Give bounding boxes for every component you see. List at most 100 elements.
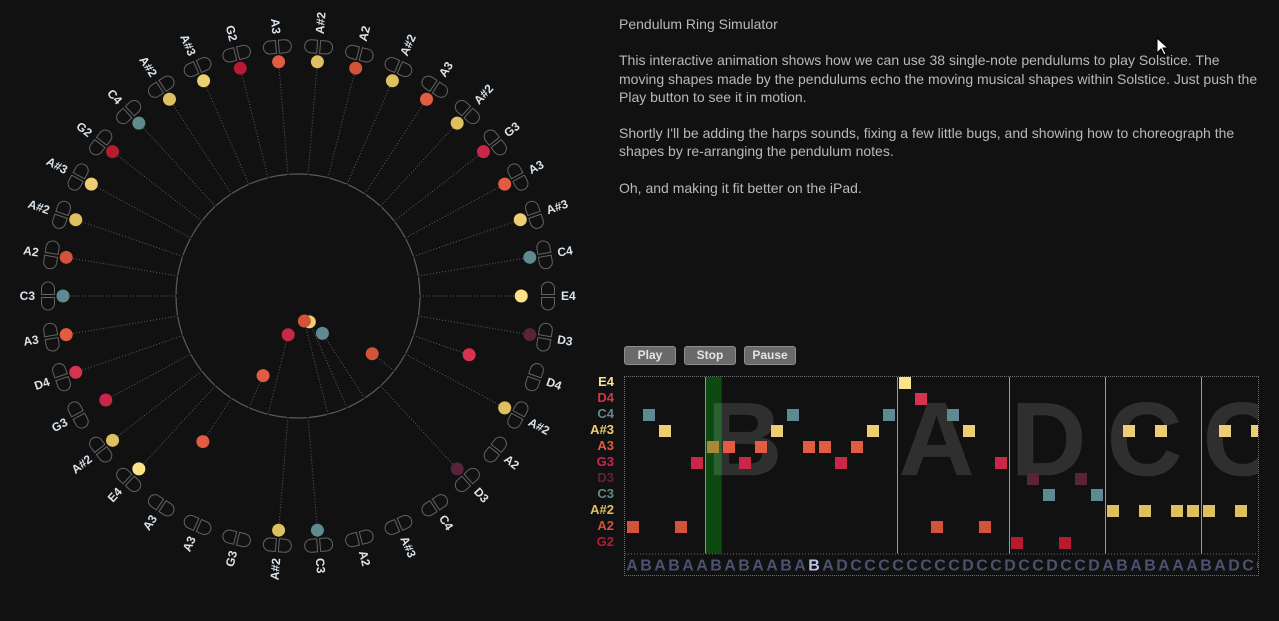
pendulum-label: A3 [180,534,199,554]
pendulum-label: A3 [436,59,456,80]
pendulum-string [364,98,427,195]
pendulum-holder-icon [222,529,251,548]
pendulum-label: G2 [223,24,241,43]
pendulum-holder-icon [536,322,553,352]
pendulum-string [307,61,318,175]
score-note [1075,473,1087,485]
pendulum-holder-icon [304,39,334,55]
pendulum-holder-icon [52,200,71,229]
score-row-label: A#3 [590,422,614,437]
score-note [723,441,735,453]
pendulum-bob [420,92,434,106]
score-note [867,425,879,437]
pendulum-label: A#3 [44,154,70,177]
pendulum-label: A#2 [26,197,52,217]
pendulum-string [112,370,203,441]
score-note [659,425,671,437]
pendulum-holder-icon [41,281,55,311]
pendulum-bob [69,213,83,227]
pendulum-string [202,397,232,442]
score-row-label: C4 [597,406,614,421]
score-note [1203,505,1215,517]
sequence-letter: A [766,558,778,575]
pendulum-label: E4 [561,289,576,303]
sequence-letter: B [1144,558,1156,575]
pendulum-string [66,315,178,336]
pendulum-string [138,122,216,207]
score-note [835,457,847,469]
pendulum-holder-icon [345,529,374,548]
score-note [691,457,703,469]
score-note [1091,489,1103,501]
score-note [1059,537,1071,549]
sequence-letter: D [962,558,974,575]
pendulum-bob [106,145,120,159]
pendulum-holder-icon [304,537,334,553]
score-note [803,441,815,453]
pendulum-holder-icon [67,401,89,429]
bobs-layer [56,55,537,537]
score-row-label: A#2 [590,502,614,517]
pendulum-label: D3 [471,485,492,506]
pendulum-bob [256,369,270,383]
pendulum-bob [450,116,464,130]
pendulum-bob [385,74,399,88]
pendulum-bob [498,401,512,415]
pendulum-string [405,183,505,239]
sequence-letter: D [836,558,848,575]
sequence-letter: A [1130,558,1142,575]
sequence-letter: A [626,558,638,575]
pendulum-label: A#2 [526,415,552,438]
sequence-letter: C [1242,558,1254,575]
pendulum-bob [132,116,146,130]
sequence-letter: B [1116,558,1128,575]
pendulum-bob [514,289,528,303]
score-note [1155,425,1167,437]
score-timeline[interactable]: ABADCC ABABAABABAABABADCCCCCCCCDCCDCCDCC… [624,376,1259,576]
pendulum-label: A#3 [177,32,199,58]
pendulum-bob [233,61,247,75]
section-letter: D [1011,382,1086,498]
pendulum-holder-icon [384,57,413,78]
pendulum-label: C4 [436,512,456,533]
sequence-letter: D [1088,558,1100,575]
pendulum-string [138,385,216,470]
sequence-letter: C [850,558,862,575]
sequence-letter: C [864,558,876,575]
pendulum-label: A#2 [313,11,329,34]
stop-button[interactable]: Stop [684,346,736,365]
score-note [755,441,767,453]
sequence-letter: A [1186,558,1198,575]
pendulum-holder-icon [525,363,544,392]
pendulum-holder-icon [262,537,292,553]
play-button[interactable]: Play [624,346,676,365]
pendulum-label: E4 [105,485,125,506]
pendulum-holder-icon [52,363,71,392]
pendulum-holder-icon [183,57,212,78]
pendulum-bob [523,250,537,264]
pendulum-bob [59,250,73,264]
sequence-letter: A [752,558,764,575]
score-note [819,441,831,453]
score-note [1027,473,1039,485]
pendulum-string [112,151,203,222]
pendulum-string [278,61,289,175]
pendulum-label: A3 [526,157,546,177]
pendulum-string [239,68,269,178]
pendulum-bob [197,74,211,88]
score-row-label: D4 [597,390,614,405]
sequence-letter-current: B [808,558,820,575]
sequence-letter: C [1074,558,1086,575]
pendulum-label: A#2 [69,452,95,477]
pendulum-string [346,80,393,185]
pendulum-label: A2 [22,243,40,259]
sequence-letter: B [710,558,722,575]
score-note [739,457,751,469]
pause-button[interactable]: Pause [744,346,796,365]
pendulum-label: A2 [356,24,373,43]
sequence-letter: C [934,558,946,575]
score-row-label: G3 [596,454,614,469]
sequence-letter: C [1256,558,1258,575]
pendulum-label: D4 [32,375,51,393]
pendulum-bob [476,145,490,159]
